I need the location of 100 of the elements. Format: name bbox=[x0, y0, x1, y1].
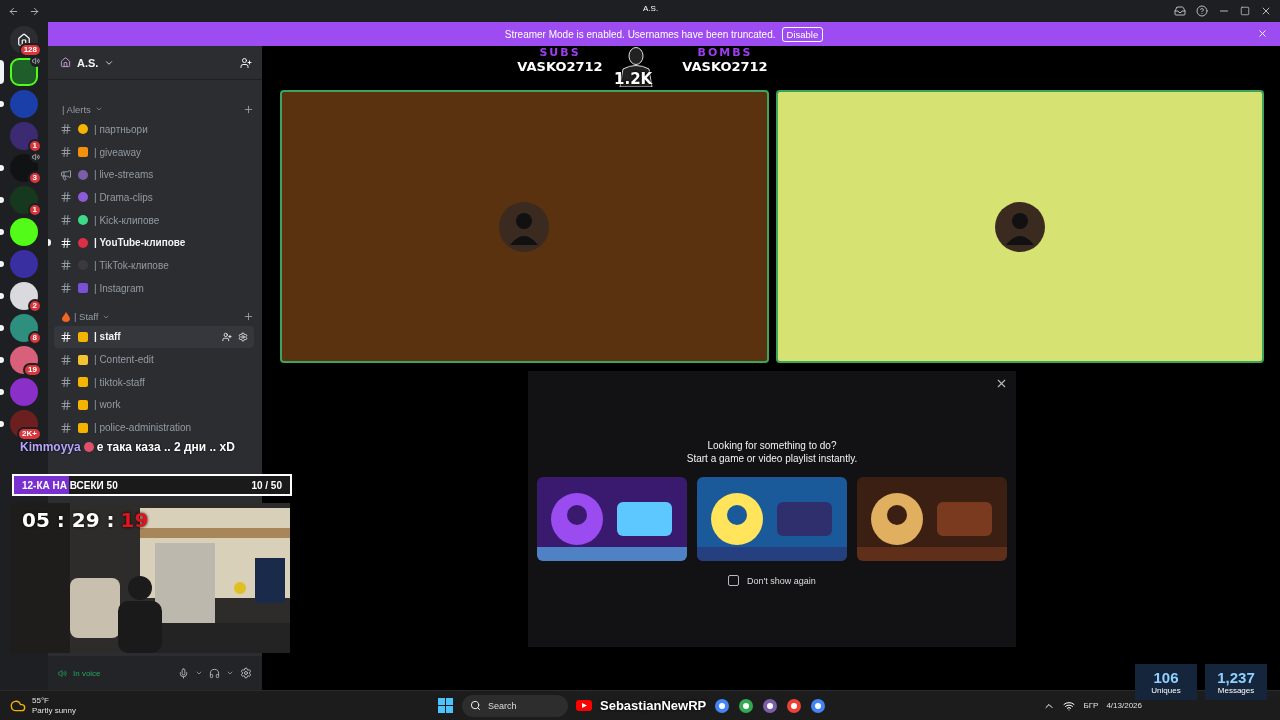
channel-item[interactable]: | police-administration bbox=[54, 416, 254, 439]
settings-icon[interactable] bbox=[240, 667, 252, 679]
language-indicator[interactable]: БГР bbox=[1083, 701, 1099, 710]
channel-name: | work bbox=[94, 399, 122, 411]
category-name[interactable]: | Staff bbox=[74, 311, 99, 322]
invite-icon[interactable] bbox=[222, 331, 232, 342]
search-field[interactable]: Search bbox=[462, 694, 568, 717]
overlay-label: SUBS bbox=[538, 46, 582, 59]
channel-item[interactable]: | giveaway bbox=[54, 140, 254, 164]
add-channel-icon[interactable] bbox=[243, 103, 254, 115]
alert-text: SebastianNewRP bbox=[600, 698, 707, 713]
notification-badge: 19 bbox=[23, 363, 42, 377]
notification-badge: 2K+ bbox=[17, 427, 42, 441]
app-icon[interactable] bbox=[738, 697, 755, 714]
channel-name: | Content-edit bbox=[94, 354, 155, 366]
channel-name: | YouTube-клипове bbox=[94, 237, 187, 249]
video-icon bbox=[576, 700, 592, 711]
dialog-subtitle: Start a game or video playlist instantly. bbox=[686, 452, 858, 465]
date-text: 4/13/2026 bbox=[1106, 701, 1142, 710]
hash-icon bbox=[60, 236, 72, 249]
voice-status: In voice bbox=[73, 668, 102, 678]
close-icon[interactable] bbox=[995, 377, 1008, 390]
channel-name: | tiktok-staff bbox=[94, 376, 146, 388]
server-icon[interactable] bbox=[10, 282, 38, 310]
hash-icon bbox=[60, 146, 72, 159]
server-name[interactable]: A.S. bbox=[77, 56, 99, 69]
channel-item[interactable]: | партньори bbox=[54, 118, 254, 141]
disable-button[interactable]: Disable bbox=[781, 26, 824, 42]
category-name[interactable]: | Alerts bbox=[62, 103, 91, 115]
hash-icon bbox=[60, 214, 72, 227]
chevron-icon[interactable] bbox=[195, 669, 203, 677]
channel-item[interactable]: | work bbox=[54, 393, 254, 417]
channel-item[interactable]: | TikTok-клипове bbox=[54, 254, 254, 277]
channel-name: | Kick-клипове bbox=[94, 214, 161, 226]
headphones-icon[interactable] bbox=[209, 667, 220, 679]
chat-message: е така каза .. 2 дни .. xD bbox=[96, 440, 235, 454]
add-channel-icon[interactable] bbox=[243, 311, 254, 322]
hash-icon bbox=[60, 259, 72, 272]
stat-label: Messages bbox=[1217, 685, 1255, 695]
channel-name: | live-streams bbox=[94, 169, 155, 181]
microphone-icon[interactable] bbox=[178, 667, 189, 679]
channel-item[interactable]: | Kick-клипове bbox=[54, 208, 254, 232]
app-icon[interactable] bbox=[762, 697, 779, 714]
channel-name: | Drama-clips bbox=[94, 191, 154, 203]
channel-name: | Instagram bbox=[94, 282, 145, 294]
overlay-label: BOMBS bbox=[696, 46, 754, 59]
start-icon[interactable] bbox=[438, 697, 454, 714]
forward-icon[interactable] bbox=[29, 5, 40, 17]
dialog-title: Looking for something to do? bbox=[707, 439, 837, 452]
channel-item[interactable]: | Content-edit bbox=[54, 348, 254, 371]
timer: 05 : 29 : bbox=[22, 508, 115, 532]
server-icon[interactable] bbox=[10, 58, 38, 86]
banner-text: Streamer Mode is enabled. Usernames have been truncated. bbox=[504, 28, 776, 40]
hash-icon bbox=[60, 330, 72, 343]
hash-icon bbox=[60, 191, 72, 204]
hash-icon bbox=[60, 421, 72, 434]
app-icon[interactable] bbox=[714, 697, 731, 714]
wifi-icon[interactable] bbox=[1063, 699, 1076, 712]
overlay-tag: A.S. bbox=[643, 4, 659, 13]
chevron-icon[interactable] bbox=[226, 669, 234, 677]
channel-item[interactable]: | staff bbox=[54, 325, 254, 349]
app-icon[interactable] bbox=[786, 697, 803, 714]
hash-icon bbox=[60, 398, 72, 411]
channel-name: | staff bbox=[94, 331, 122, 343]
checkbox[interactable] bbox=[728, 575, 740, 586]
maximize-icon[interactable] bbox=[1240, 6, 1250, 16]
megaphone-icon bbox=[60, 168, 72, 181]
server-icon[interactable] bbox=[10, 218, 38, 246]
channel-name: | партньори bbox=[94, 123, 149, 135]
channel-item[interactable]: | YouTube-клипове bbox=[54, 231, 254, 255]
goal-progress: 10 / 50 bbox=[251, 479, 282, 491]
help-icon[interactable] bbox=[1196, 5, 1208, 17]
hash-icon bbox=[60, 282, 72, 295]
invite-icon[interactable] bbox=[240, 56, 252, 69]
channel-item[interactable]: | Drama-clips bbox=[54, 186, 254, 209]
server-icon[interactable] bbox=[10, 314, 38, 342]
avatar bbox=[993, 200, 1046, 253]
back-icon[interactable] bbox=[8, 5, 19, 17]
search-icon[interactable] bbox=[470, 699, 481, 711]
stat-value: 106 bbox=[1153, 669, 1179, 686]
app-icon[interactable] bbox=[810, 697, 827, 714]
sub-count: 1.2K bbox=[614, 70, 653, 88]
notification-badge: 128 bbox=[18, 43, 42, 57]
channel-name: | police-administration bbox=[94, 422, 193, 434]
inbox-icon[interactable] bbox=[1174, 5, 1186, 17]
hash-icon bbox=[60, 123, 72, 136]
speaker-icon bbox=[58, 668, 67, 678]
overlay-name: VASKO2712 bbox=[681, 59, 769, 74]
hash-icon bbox=[60, 376, 72, 389]
overlay-name: VASKO2712 bbox=[516, 59, 604, 74]
weather-text: 55°F Partly sunny bbox=[32, 695, 77, 716]
emote-icon bbox=[83, 442, 94, 452]
channel-item[interactable]: | Instagram bbox=[54, 276, 254, 300]
channel-item[interactable]: | tiktok-staff bbox=[54, 370, 254, 394]
channel-item[interactable]: | live-streams bbox=[54, 163, 254, 187]
channel-name: | TikTok-клипове bbox=[94, 259, 170, 271]
hash-icon bbox=[60, 353, 72, 366]
goal-title: 12-КА НА ВСЕКИ 50 bbox=[22, 479, 118, 491]
close-icon[interactable] bbox=[1260, 5, 1272, 17]
checkbox-label: Don't show again bbox=[747, 575, 816, 586]
